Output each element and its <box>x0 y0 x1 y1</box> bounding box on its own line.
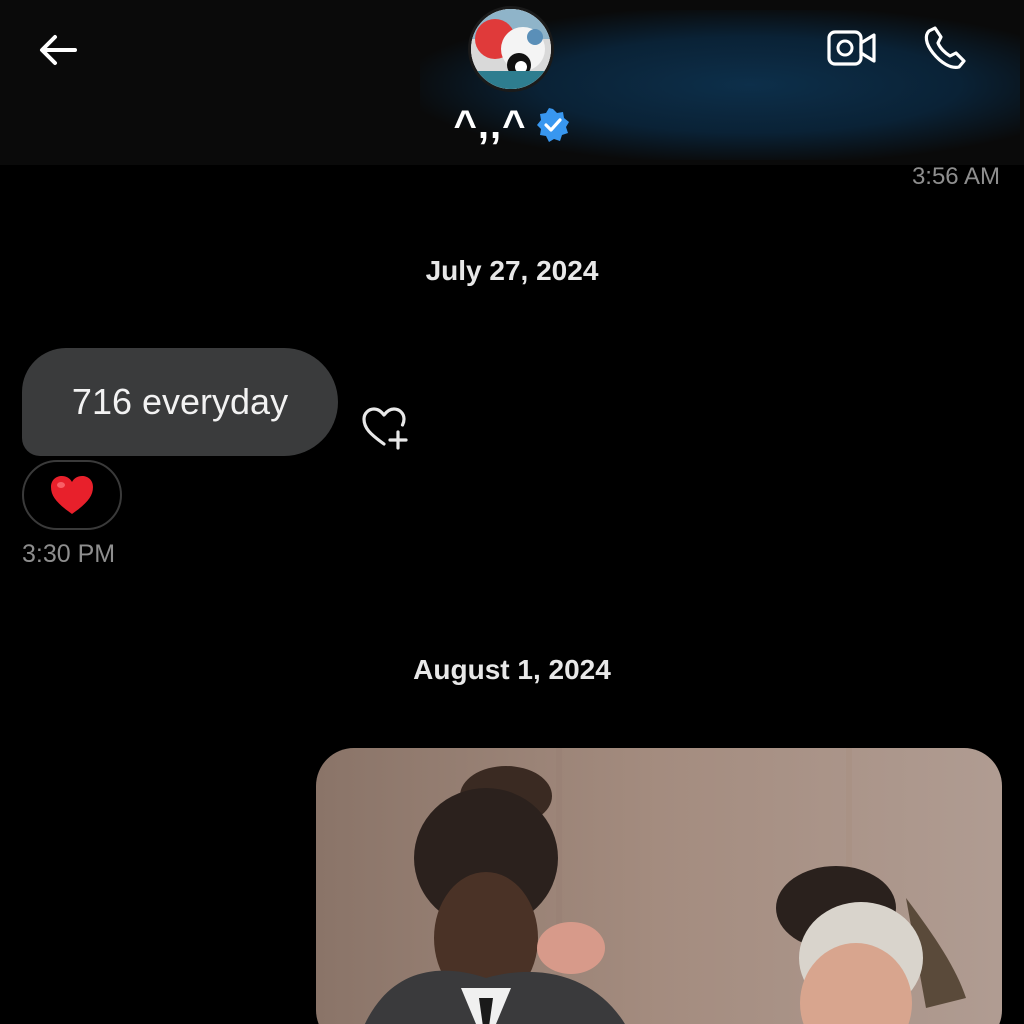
message-timestamp: 3:30 PM <box>22 540 116 568</box>
contact-name-row[interactable]: ^,,^ <box>0 100 1024 150</box>
contact-name: ^,,^ <box>453 103 527 147</box>
message-text: 716 everyday <box>71 381 289 422</box>
heart-plus-icon <box>362 407 408 450</box>
video-call-button[interactable] <box>824 22 880 74</box>
reaction-pill[interactable] <box>22 460 122 530</box>
shared-photo-message[interactable] <box>316 748 1002 1024</box>
red-heart-icon <box>51 476 93 514</box>
message-timestamp: 3:56 AM <box>911 163 1000 190</box>
photo-image <box>316 748 1002 1024</box>
verified-badge-icon <box>536 108 570 142</box>
received-message-bubble[interactable]: 716 everyday <box>22 348 338 456</box>
avatar[interactable] <box>471 9 551 89</box>
date-separator: July 27, 2024 <box>425 255 599 286</box>
dm-thread-screen: ^,,^ 3:56 AM July 27, 2024 716 everyday … <box>0 0 1024 1024</box>
arrow-left-icon <box>40 35 77 65</box>
avatar-image <box>471 9 551 89</box>
thread-header: ^,,^ <box>0 0 1024 165</box>
date-separator: August 1, 2024 <box>413 654 611 685</box>
phone-icon <box>924 26 966 69</box>
back-button[interactable] <box>30 22 86 78</box>
add-reaction-button[interactable] <box>358 402 414 452</box>
audio-call-button[interactable] <box>918 20 974 76</box>
video-camera-icon <box>827 30 876 66</box>
